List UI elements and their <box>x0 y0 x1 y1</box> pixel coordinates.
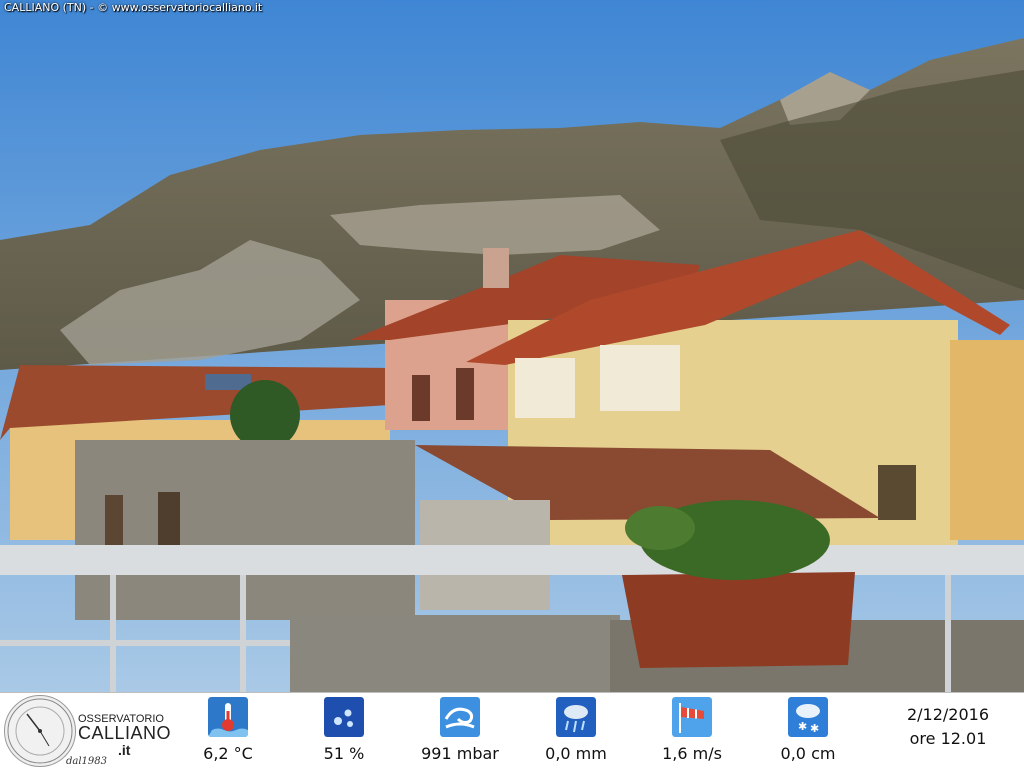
chimney <box>483 248 509 288</box>
right-house-wall <box>950 340 1024 540</box>
flower-pot <box>622 572 855 668</box>
observatory-logo[interactable]: OSSERVATORIO CALLIANO .it dal1983 <box>4 695 171 767</box>
image-caption: CALLIANO (TN) - © www.osservatoriocallia… <box>4 1 263 14</box>
railing-post <box>945 575 951 692</box>
rain-reading: 0,0 mm <box>521 697 631 763</box>
temperature-value: 6,2 °C <box>203 744 253 763</box>
bush <box>230 380 300 450</box>
thermometer-icon <box>208 697 248 737</box>
pressure-value: 991 mbar <box>421 744 499 763</box>
yellow-window <box>878 465 916 520</box>
rain-icon <box>556 697 596 737</box>
svg-text:✱: ✱ <box>798 720 807 733</box>
balcony-wall <box>290 615 620 692</box>
humidity-icon <box>324 697 364 737</box>
svg-text:✱: ✱ <box>810 722 819 735</box>
pressure-icon <box>440 697 480 737</box>
temperature-reading: 6,2 °C <box>173 697 283 763</box>
wind-reading: 1,6 m/s <box>637 697 747 763</box>
shutter-1 <box>515 358 575 418</box>
logo-line-2: CALLIANO <box>78 723 172 743</box>
railing <box>0 545 1024 575</box>
railing-post <box>110 575 116 692</box>
shutter-2 <box>600 345 680 411</box>
pink-window-2 <box>456 368 474 420</box>
pink-window-1 <box>412 375 430 421</box>
wind-value: 1,6 m/s <box>662 744 722 763</box>
snow-icon: ✱ ✱ <box>788 697 828 737</box>
snow-value: 0,0 cm <box>780 744 836 763</box>
shed-window <box>158 492 180 554</box>
timestamp: 2/12/2016 ore 12.01 <box>880 703 1016 751</box>
humidity-reading: 51 % <box>289 697 399 763</box>
time-value: ore 12.01 <box>909 729 987 748</box>
wind-icon <box>672 697 712 737</box>
plant-leaves <box>625 506 695 550</box>
webcam-photo <box>0 0 1024 692</box>
date-value: 2/12/2016 <box>906 705 990 724</box>
humidity-value: 51 % <box>323 744 365 763</box>
rain-value: 0,0 mm <box>545 744 607 763</box>
logo-since: dal1983 <box>66 756 108 767</box>
logo-line-3: .it <box>118 742 131 758</box>
railing-bottom <box>0 640 290 646</box>
pressure-reading: 991 mbar <box>405 697 515 763</box>
weather-info-bar: OSSERVATORIO CALLIANO .it dal1983 6,2 °C… <box>0 692 1024 769</box>
railing-post <box>240 575 246 692</box>
snow-reading: ✱ ✱ 0,0 cm <box>753 697 863 763</box>
